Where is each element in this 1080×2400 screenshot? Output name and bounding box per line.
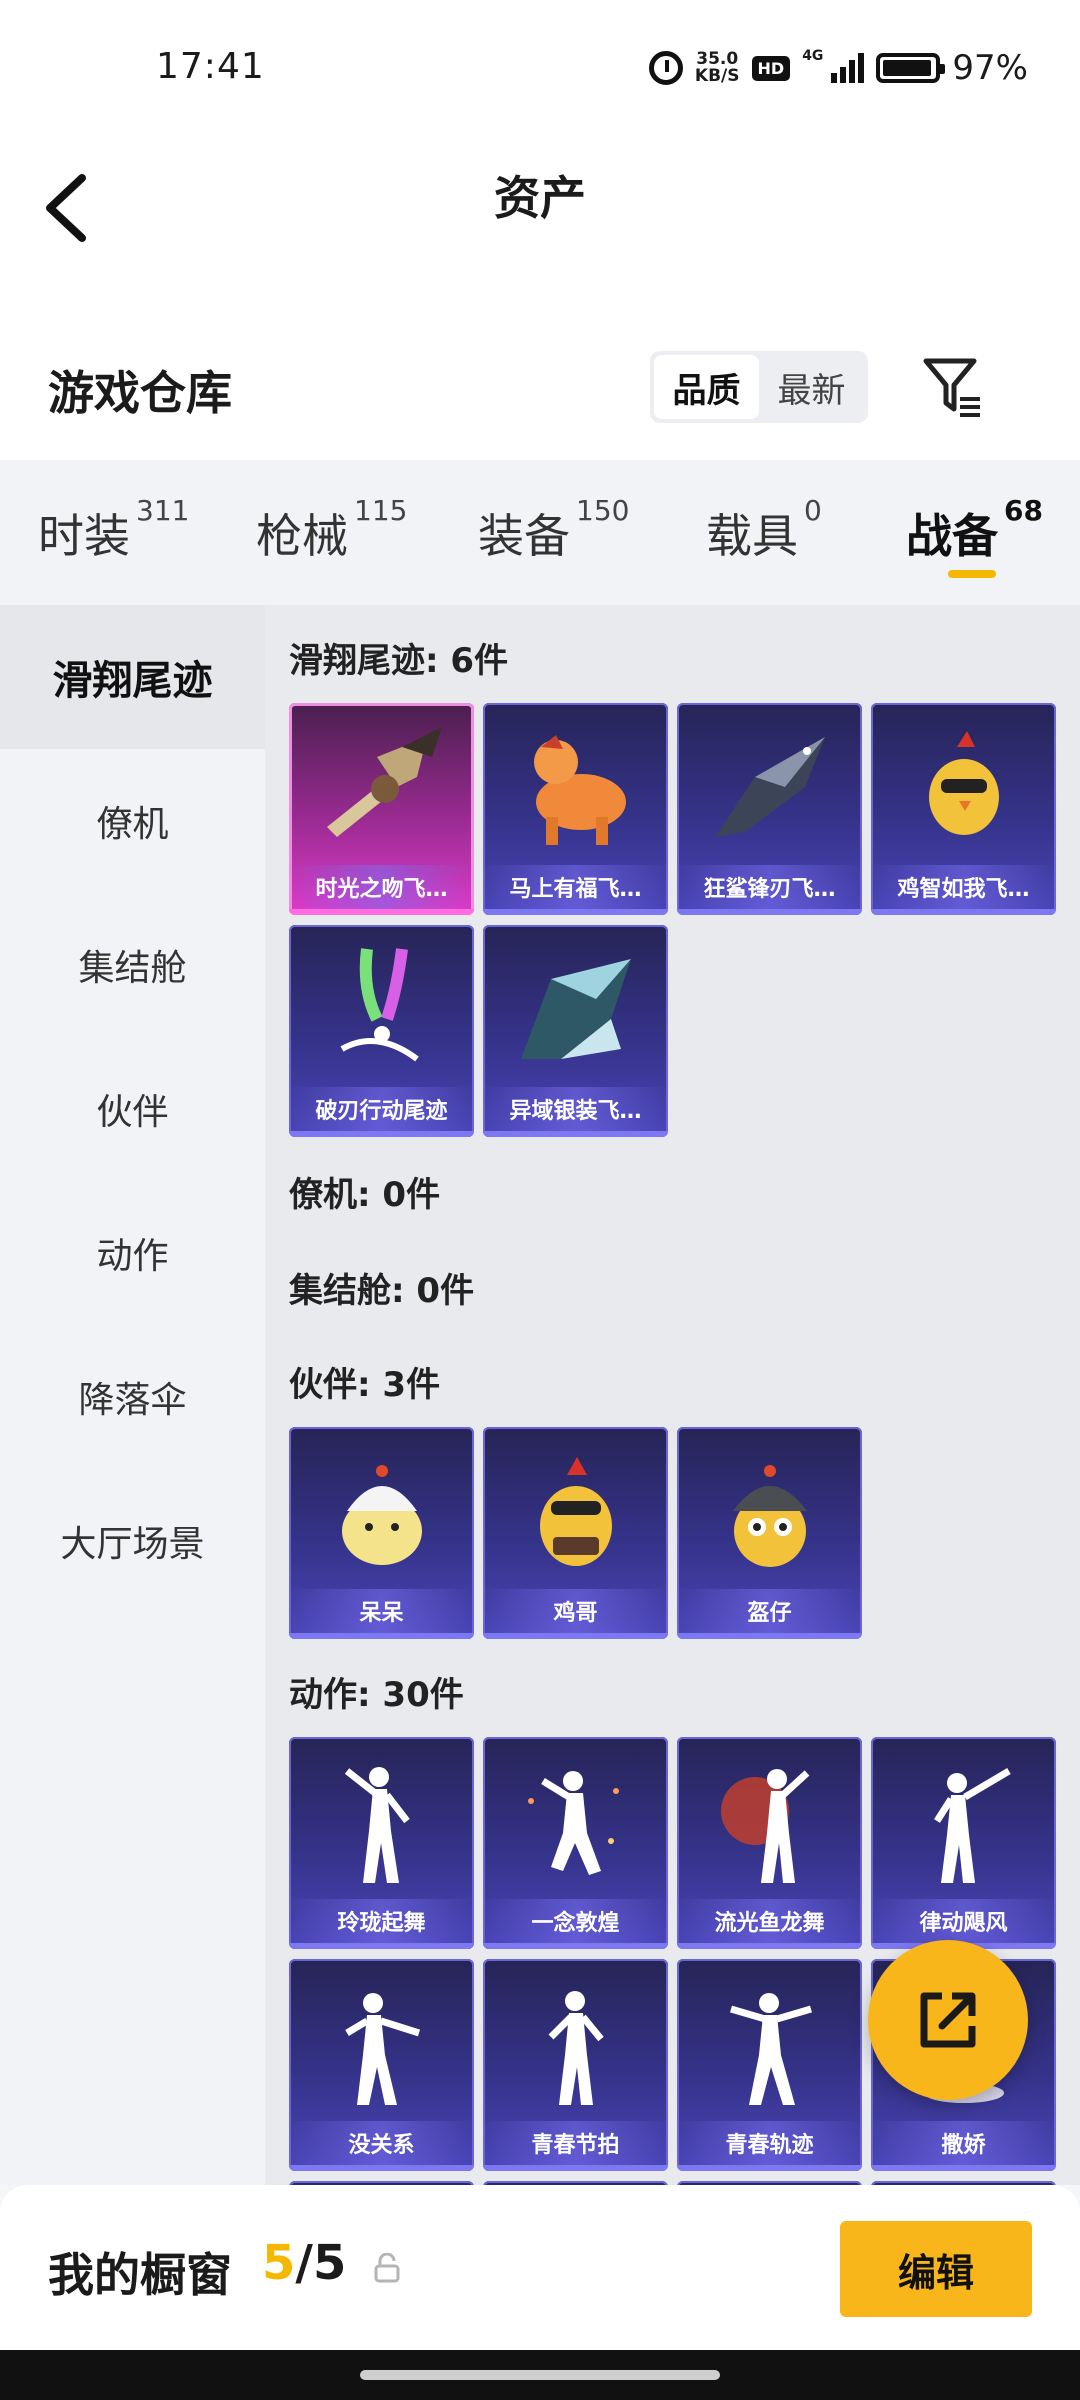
item-card[interactable]: 流光鱼龙舞 <box>677 1737 862 1949</box>
item-card[interactable]: 马上有福飞… <box>483 703 668 915</box>
sidebar: 滑翔尾迹 僚机 集结舱 伙伴 动作 降落伞 大厅场景 <box>0 605 265 2185</box>
network-speed: 35.0 KB/S <box>694 49 740 86</box>
sidebar-item-parachute[interactable]: 降落伞 <box>0 1325 265 1469</box>
rainbow-trail-image <box>289 925 474 1093</box>
item-card[interactable]: 狂鲨锋刃飞… <box>677 703 862 915</box>
status-bar: 17:41 35.0 KB/S HD 4G 97% <box>0 0 1080 140</box>
system-nav-bar <box>0 2350 1080 2400</box>
showcase-bar: 我的橱窗 5/5 编辑 <box>0 2185 1080 2350</box>
dance-figure-image <box>483 1959 668 2127</box>
sort-toggle: 品质 最新 <box>650 351 868 423</box>
item-card[interactable]: 青春轨迹 <box>677 1959 862 2171</box>
item-card[interactable]: 一念敦煌 <box>483 1737 668 1949</box>
battery-icon <box>876 53 946 83</box>
dance-figure-image <box>871 1737 1056 1905</box>
helmet-chick-image <box>677 1427 862 1595</box>
share-button[interactable] <box>868 1940 1028 2100</box>
category-title-partner: 伙伴: 3件 <box>289 1365 441 1405</box>
sort-latest-button[interactable]: 最新 <box>759 355 864 419</box>
edit-button[interactable]: 编辑 <box>840 2221 1032 2317</box>
tab-fashion[interactable]: 时装 311 <box>38 494 189 566</box>
sidebar-item-wingman[interactable]: 僚机 <box>0 749 265 893</box>
tab-battle-gear[interactable]: 战备 68 <box>906 494 1043 566</box>
sort-quality-button[interactable]: 品质 <box>654 355 759 419</box>
item-card[interactable]: 鸡哥 <box>483 1427 668 1639</box>
dance-figure-image <box>677 1959 862 2127</box>
dance-figure-image <box>483 1737 668 1905</box>
app-header: 资产 <box>0 140 1080 315</box>
item-card[interactable]: 律动飓风 <box>871 1737 1056 1949</box>
section-title: 游戏仓库 <box>48 366 232 420</box>
sidebar-item-partner[interactable]: 伙伴 <box>0 1037 265 1181</box>
home-indicator[interactable] <box>360 2370 720 2380</box>
category-title-glide: 滑翔尾迹: 6件 <box>289 641 509 681</box>
signal-icon <box>831 53 865 83</box>
sidebar-item-emote[interactable]: 动作 <box>0 1181 265 1325</box>
item-card[interactable]: 鸡智如我飞… <box>871 703 1056 915</box>
sidebar-item-lobby[interactable]: 大厅场景 <box>0 1469 265 1613</box>
alarm-icon <box>648 51 683 85</box>
filter-icon <box>923 358 980 417</box>
filter-button[interactable] <box>922 355 984 419</box>
item-card[interactable]: 青春节拍 <box>483 1959 668 2171</box>
status-icons: 35.0 KB/S HD 4G 97% <box>648 48 1028 88</box>
category-title-emote: 动作: 30件 <box>289 1675 464 1715</box>
battery-percent: 97% <box>952 48 1028 88</box>
dance-figure-image <box>677 1737 862 1905</box>
active-tab-indicator <box>948 570 996 578</box>
item-card[interactable]: 盔仔 <box>677 1427 862 1639</box>
warehouse-header: 游戏仓库 品质 最新 <box>0 315 1080 460</box>
chicken-glider-image <box>871 703 1056 871</box>
share-icon <box>920 1992 976 2048</box>
chicken-bro-image <box>483 1427 668 1595</box>
tab-vehicles[interactable]: 载具 0 <box>706 494 822 566</box>
item-card[interactable]: 破刃行动尾迹 <box>289 925 474 1137</box>
lock-icon <box>374 2253 400 2283</box>
item-card[interactable]: 没关系 <box>289 1959 474 2171</box>
page-title: 资产 <box>494 171 586 225</box>
horse-toy-image <box>483 703 668 871</box>
trail-wing-image <box>289 703 474 871</box>
category-title-wingman: 僚机: 0件 <box>289 1175 441 1215</box>
hd-icon: HD <box>751 55 791 81</box>
item-card[interactable]: 时光之吻飞… <box>289 703 474 915</box>
showcase-title: 我的橱窗 <box>48 2248 232 2302</box>
dance-figure-image <box>289 1959 474 2127</box>
item-card[interactable]: 玲珑起舞 <box>289 1737 474 1949</box>
shark-blade-image <box>677 703 862 871</box>
silver-wing-image <box>483 925 668 1093</box>
item-card[interactable]: 呆呆 <box>289 1427 474 1639</box>
network-type: 4G <box>802 48 824 64</box>
sidebar-item-glide-trail[interactable]: 滑翔尾迹 <box>0 605 265 749</box>
showcase-count: 5/5 <box>262 2235 347 2291</box>
category-tabs: 时装 311 枪械 115 装备 150 载具 0 战备 68 <box>0 460 1080 605</box>
sidebar-item-pod[interactable]: 集结舱 <box>0 893 265 1037</box>
chick-partner-image <box>289 1427 474 1595</box>
tab-equipment[interactable]: 装备 150 <box>478 494 629 566</box>
status-time: 17:41 <box>156 46 265 87</box>
tab-guns[interactable]: 枪械 115 <box>256 494 407 566</box>
item-card[interactable]: 异域银装飞… <box>483 925 668 1137</box>
category-title-pod: 集结舱: 0件 <box>289 1271 475 1311</box>
dance-figure-image <box>289 1737 474 1905</box>
